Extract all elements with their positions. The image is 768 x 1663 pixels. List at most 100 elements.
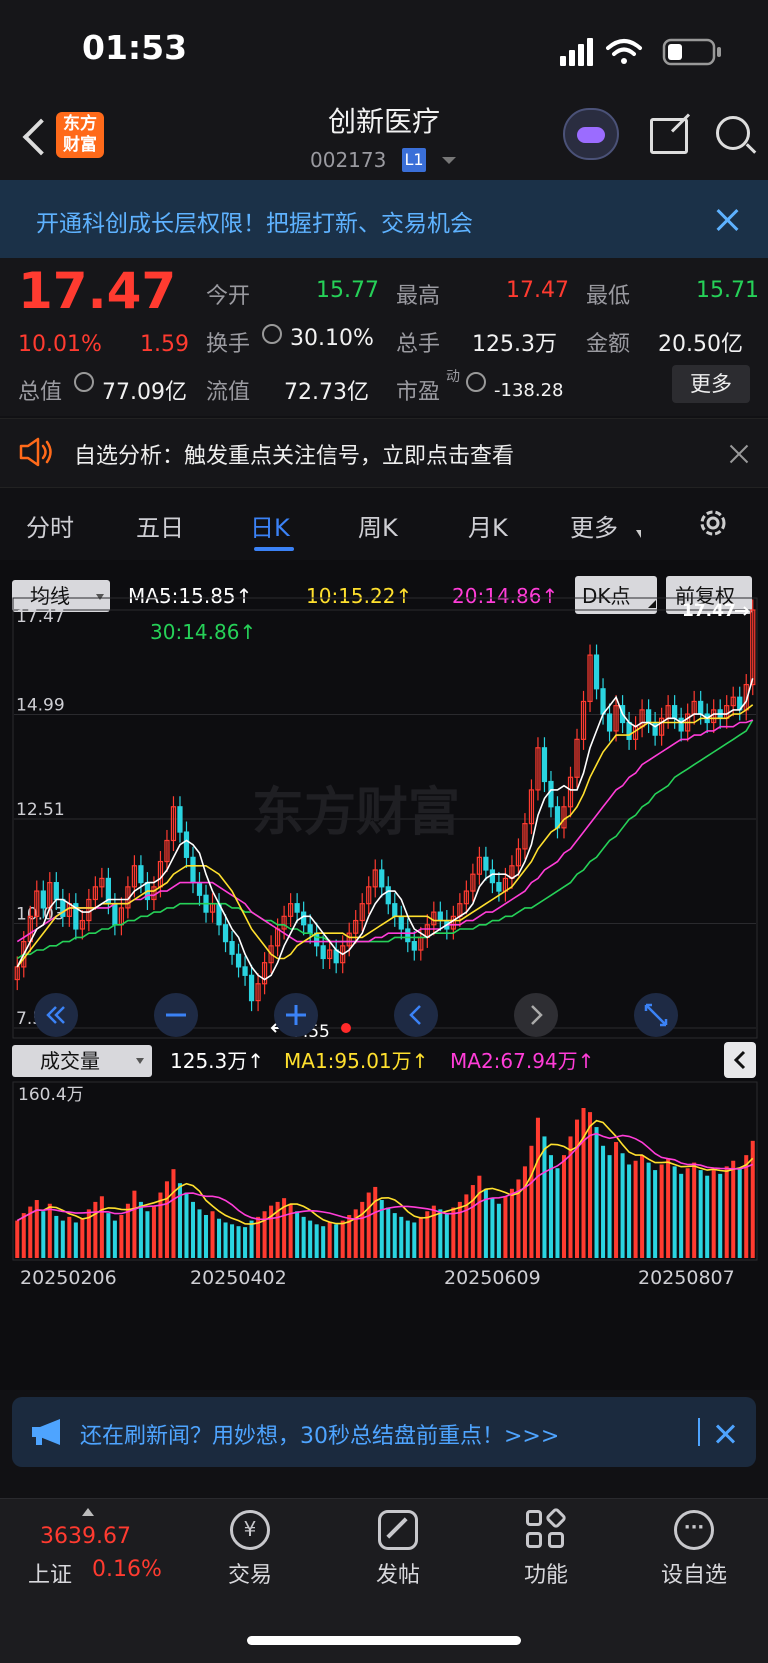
volume-bar (138, 1201, 143, 1258)
low-value: 15.71 (696, 278, 759, 303)
tab-more[interactable]: 更多 (570, 508, 618, 543)
candle-body (554, 806, 561, 829)
next-button[interactable] (514, 993, 558, 1037)
candle-body (593, 654, 600, 690)
trade-yen-icon[interactable]: ¥ (230, 1510, 270, 1550)
candle-body (177, 806, 183, 833)
battery-icon (662, 38, 721, 66)
notice-text[interactable]: 自选分析：触发重点关注信号，立即点击查看 (74, 438, 514, 470)
volume-bar (269, 1205, 274, 1258)
volume-ma2-label: MA2:67.94万↑ (450, 1049, 594, 1073)
dk-button-label[interactable]: DK点 (582, 584, 631, 608)
signal-dot (341, 1023, 351, 1033)
high-label: 最高 (396, 284, 441, 309)
indicator-select-label[interactable]: 均线 (30, 584, 70, 608)
candle-body (405, 928, 411, 943)
candle-body (138, 865, 144, 884)
index-value[interactable]: 3639.67 (40, 1524, 131, 1549)
level-badge[interactable]: L1 (402, 148, 426, 172)
assistant-robot-icon[interactable] (563, 108, 619, 160)
volume-bar (321, 1226, 326, 1258)
megaphone-icon (32, 1419, 60, 1445)
tab-post[interactable]: 发帖 (338, 1557, 458, 1589)
volume-bar (627, 1164, 632, 1258)
volume-bar (457, 1201, 462, 1258)
date-tick-label: 20250402 (190, 1267, 287, 1289)
candle-body (606, 713, 613, 732)
volume-bar (529, 1145, 534, 1258)
tab-monthly-k[interactable]: 月K (468, 508, 508, 543)
volume-bar (47, 1203, 52, 1258)
add-watchlist-icon[interactable]: ··· (674, 1510, 714, 1550)
price-tick-label: 17.47 (16, 607, 65, 627)
volume-bar (405, 1220, 410, 1258)
volume-axis-max: 160.4万 (18, 1085, 84, 1105)
volume-bar (164, 1181, 169, 1258)
candle-body (307, 924, 313, 934)
collapse-button[interactable] (724, 1042, 756, 1078)
market-cap-label: 总值 (18, 380, 63, 405)
tab-add-watchlist[interactable]: 设自选 (634, 1557, 754, 1589)
function-grid-icon[interactable] (526, 1506, 568, 1550)
tab-function[interactable]: 功能 (486, 1557, 606, 1589)
pe-value: -138.28 (494, 380, 564, 401)
close-icon[interactable] (714, 1422, 736, 1444)
tab-intraday[interactable]: 分时 (26, 508, 74, 543)
index-pct[interactable]: 0.16% (92, 1557, 162, 1582)
price-tick-label: 12.51 (16, 800, 65, 820)
tab-weekly-k[interactable]: 周K (358, 508, 398, 543)
open-label: 今开 (206, 284, 251, 309)
search-icon[interactable] (716, 116, 757, 154)
candle-body (190, 856, 196, 884)
info-icon[interactable] (262, 324, 282, 344)
candle-body (40, 890, 46, 909)
volume-bar (594, 1127, 599, 1258)
promo-text[interactable]: 还在刷新闻？用妙想，30秒总结盘前重点！>>> (80, 1418, 559, 1450)
volume-bar (243, 1227, 248, 1258)
volume-bar (496, 1203, 501, 1258)
close-icon[interactable] (728, 442, 750, 464)
volume-bar (308, 1220, 313, 1258)
post-edit-icon[interactable] (378, 1510, 418, 1550)
volume-value: 125.3万 (472, 332, 557, 357)
info-icon[interactable] (74, 372, 94, 392)
last-price: 17.47 (18, 262, 177, 320)
volume-bar (314, 1224, 319, 1258)
close-icon[interactable] (714, 206, 740, 232)
volume-bar (151, 1206, 156, 1258)
ma30-label: 30:14.86↑ (150, 620, 256, 644)
candle-body (626, 721, 632, 740)
volume-bar (334, 1224, 339, 1258)
kline-chart[interactable]: 均线 MA5:15.85↑ 10:15.22↑ 20:14.86↑ 30:14.… (0, 560, 768, 1390)
tab-daily-k[interactable]: 日K (250, 508, 290, 543)
volume-bar (34, 1200, 39, 1258)
caret-down-icon[interactable] (442, 157, 456, 164)
tab-five-day[interactable]: 五日 (136, 508, 184, 543)
turnover-label: 换手 (206, 332, 251, 357)
tab-trade[interactable]: 交易 (190, 1557, 310, 1589)
share-icon[interactable] (650, 113, 691, 154)
candle-body (548, 780, 554, 808)
volume-indicator-label[interactable]: 成交量 (40, 1049, 100, 1073)
prev-button[interactable] (394, 993, 438, 1037)
volume-bar (555, 1168, 560, 1258)
banner-text[interactable]: 开通科创成长层权限！把握打新、交易机会 (36, 204, 473, 238)
volume-bar (431, 1205, 436, 1258)
status-icons (560, 38, 721, 66)
tab-more-caret-icon[interactable] (636, 530, 641, 538)
more-button[interactable]: 更多 (672, 365, 750, 403)
candle-body (411, 941, 417, 951)
candle-body (672, 705, 678, 719)
float-cap-label: 流值 (206, 380, 251, 405)
info-icon[interactable] (466, 372, 486, 392)
volume-bar (607, 1155, 612, 1258)
candle-body (379, 869, 385, 888)
volume-bar (249, 1220, 254, 1258)
high-value: 17.47 (506, 278, 569, 303)
volume-bar (685, 1168, 690, 1258)
volume-bar (646, 1162, 651, 1258)
volume-now-label: 125.3万↑ (170, 1049, 264, 1073)
index-name[interactable]: 上证 (28, 1557, 72, 1589)
price-tick-label: 14.99 (16, 696, 65, 716)
gear-icon[interactable] (696, 506, 730, 540)
